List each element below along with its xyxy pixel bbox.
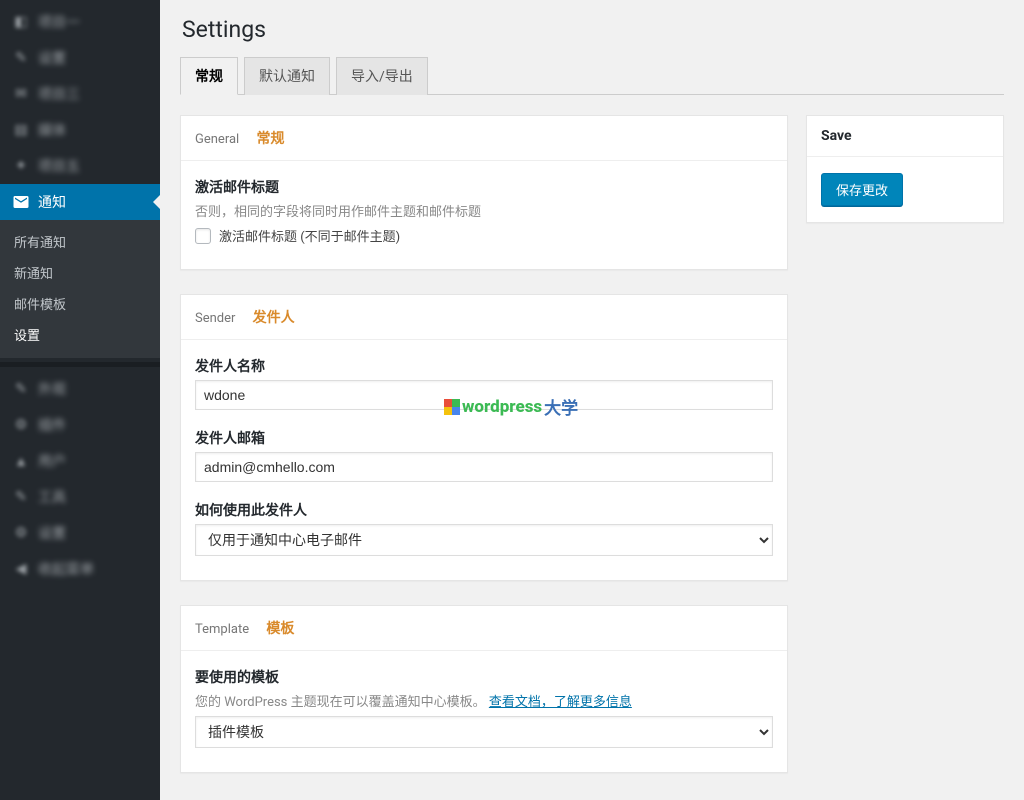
template-docs-link[interactable]: 查看文档，了解更多信息 [489,695,632,710]
field-help: 您的 WordPress 主题现在可以覆盖通知中心模板。 查看文档，了解更多信息 [195,691,773,710]
submenu-mail-templates[interactable]: 邮件模板 [0,288,160,319]
tab-general[interactable]: 常规 [180,57,238,95]
field-label: 发件人邮箱 [195,428,773,448]
template-card: Template 模板 要使用的模板 您的 WordPress 主题现在可以覆盖… [180,605,788,773]
submenu-settings[interactable]: 设置 [0,319,160,350]
user-icon: ▲ [12,452,30,470]
sidebar-submenu: 所有通知 新通知 邮件模板 设置 [0,220,160,358]
card-heading: Save [807,116,1003,157]
page-title: Settings [182,16,1004,43]
admin-sidebar: ◧项目一 ✎设置 ✉项目三 ▤媒体 ✦项目五 通知 所有通知 新通知 邮件模板 … [0,0,160,800]
plugin-icon: ⚙ [12,416,30,434]
sender-email-input[interactable] [195,452,773,482]
save-card: Save 保存更改 [806,115,1004,223]
comment-icon: ✦ [12,157,30,175]
card-heading-en: Sender [195,311,235,326]
sidebar-item-collapse[interactable]: ◀收起菜单 [0,551,160,587]
field-label: 如何使用此发件人 [195,500,773,520]
field-label: 发件人名称 [195,356,773,376]
field-label: 激活邮件标题 [195,177,773,197]
sidebar-item-blurred[interactable]: ◧项目一 [0,4,160,40]
card-heading-zh: 发件人 [253,310,295,326]
sidebar-item-blurred[interactable]: ⚙设置 [0,515,160,551]
save-title: Save [821,128,852,144]
sender-name-input[interactable] [195,380,773,410]
card-heading: General 常规 [181,116,787,161]
media-icon: ✉ [12,85,30,103]
activate-title-checkbox[interactable]: 激活邮件标题 (不同于邮件主题) [195,226,773,245]
pin-icon: ✎ [12,49,30,67]
tab-bar: 常规 默认通知 导入/导出 [180,57,1004,95]
sidebar-item-blurred[interactable]: ✎工具 [0,479,160,515]
checkbox-label: 激活邮件标题 (不同于邮件主题) [219,226,400,245]
card-heading: Template 模板 [181,606,787,651]
tab-default-notifications[interactable]: 默认通知 [244,57,330,95]
sidebar-item-notifications[interactable]: 通知 [0,184,160,220]
collapse-icon: ◀ [12,560,30,578]
card-heading-zh: 模板 [266,621,294,637]
dashboard-icon: ◧ [12,13,30,31]
checkbox-icon [195,228,211,244]
card-heading-en: Template [195,622,249,637]
tool-icon: ✎ [12,488,30,506]
main-content: Settings 常规 默认通知 导入/导出 General 常规 激活邮件标题 [160,0,1024,800]
field-help: 否则，相同的字段将同时用作邮件主题和邮件标题 [195,201,773,220]
card-heading-en: General [195,132,239,147]
appearance-icon: ✎ [12,380,30,398]
sender-usage-select[interactable]: 仅用于通知中心电子邮件 [195,524,773,556]
sidebar-item-blurred[interactable]: ▲用户 [0,443,160,479]
sender-card: Sender 发件人 发件人名称 发件人邮箱 如何使用此发 [180,294,788,581]
field-label: 要使用的模板 [195,667,773,687]
template-select[interactable]: 插件模板 [195,716,773,748]
card-heading: Sender 发件人 [181,295,787,340]
sidebar-item-blurred[interactable]: ✦项目五 [0,148,160,184]
page-icon: ▤ [12,121,30,139]
sidebar-item-blurred[interactable]: ✉项目三 [0,76,160,112]
card-heading-zh: 常规 [256,131,284,147]
save-changes-button[interactable]: 保存更改 [821,173,903,206]
submenu-all-notifications[interactable]: 所有通知 [0,226,160,257]
sidebar-item-label: 通知 [38,192,66,212]
sidebar-item-blurred[interactable]: ⚙插件 [0,407,160,443]
general-card: General 常规 激活邮件标题 否则，相同的字段将同时用作邮件主题和邮件标题… [180,115,788,270]
mail-icon [12,193,30,211]
tab-import-export[interactable]: 导入/导出 [336,57,428,95]
sidebar-item-blurred[interactable]: ▤媒体 [0,112,160,148]
sidebar-item-blurred[interactable]: ✎外观 [0,371,160,407]
sidebar-item-blurred[interactable]: ✎设置 [0,40,160,76]
submenu-new-notification[interactable]: 新通知 [0,257,160,288]
sidebar-separator [0,362,160,367]
settings-icon: ⚙ [12,524,30,542]
